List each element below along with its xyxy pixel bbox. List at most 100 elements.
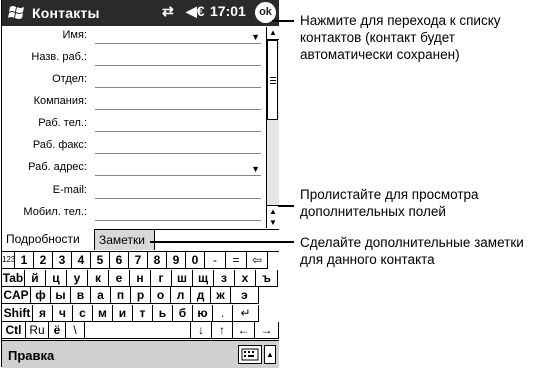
key[interactable]: г (151, 269, 172, 287)
key[interactable]: 1 (15, 252, 34, 269)
key[interactable]: я (33, 304, 53, 322)
key[interactable]: ы (51, 287, 71, 304)
start-menu-icon[interactable] (7, 4, 27, 22)
key[interactable]: ф (31, 287, 51, 304)
callout-scroll: Пролистайте для просмотра дополнительных… (300, 187, 479, 219)
field-input[interactable] (95, 184, 261, 199)
key[interactable]: с (73, 304, 93, 322)
key[interactable]: 9 (167, 252, 186, 269)
key[interactable]: ё (49, 322, 66, 339)
key[interactable]: - (205, 252, 226, 269)
sip-menu-arrow-icon[interactable]: ▲ (264, 345, 276, 364)
menu-bar: Правка ▲ (2, 340, 279, 368)
key[interactable]: 2 (34, 252, 53, 269)
tab-details[interactable]: Подробности (2, 229, 95, 250)
form-row: Раб. тел.: (2, 115, 265, 134)
key[interactable]: щ (193, 269, 214, 287)
form-row: Компания: (2, 93, 265, 112)
key[interactable]: ь (153, 304, 173, 322)
key[interactable]: Ctl (2, 322, 26, 339)
speaker-icon[interactable]: ◀€ (186, 3, 205, 20)
field-input[interactable] (95, 139, 261, 154)
key[interactable]: ↓ (191, 322, 212, 339)
key[interactable]: ю (193, 304, 213, 322)
key[interactable]: ↑ (212, 322, 233, 339)
key[interactable]: п (111, 287, 131, 304)
contact-form: Имя: ▼ Назв. раб.: Отдел: Компания: Раб. тел.… (2, 27, 265, 228)
key[interactable]: . (213, 304, 233, 322)
scroll-down-arrow-icon[interactable]: ▲ ▼ (267, 205, 279, 228)
field-input[interactable] (95, 161, 261, 176)
key[interactable]: а (91, 287, 111, 304)
key[interactable]: ц (46, 269, 67, 287)
key[interactable]: т (133, 304, 153, 322)
key[interactable]: в (71, 287, 91, 304)
key[interactable]: з (214, 269, 235, 287)
key[interactable]: Shift (2, 304, 33, 322)
callout-pointer-ok (272, 20, 294, 22)
key[interactable]: м (93, 304, 113, 322)
field-label: Компания: (33, 95, 87, 107)
scroll-up-arrow-icon[interactable]: ▲ (267, 27, 279, 40)
key[interactable]: ↵ (233, 304, 259, 322)
field-input[interactable] (95, 73, 261, 88)
key[interactable]: 8 (148, 252, 167, 269)
key[interactable]: CAP (2, 287, 31, 304)
field-label: Раб. тел.: (38, 117, 87, 129)
space-key[interactable] (85, 322, 191, 339)
field-input[interactable] (95, 29, 261, 44)
grip-icon (270, 77, 276, 78)
key[interactable]: о (151, 287, 171, 304)
scroll-thumb[interactable] (267, 40, 278, 120)
key[interactable]: э (231, 287, 259, 304)
key[interactable]: ⇦ (247, 252, 268, 269)
field-input[interactable] (95, 206, 261, 221)
key[interactable]: х (235, 269, 256, 287)
form-row: Раб. факс: (2, 137, 265, 156)
key[interactable]: 0 (186, 252, 205, 269)
key[interactable]: д (191, 287, 211, 304)
key[interactable]: к (88, 269, 109, 287)
key[interactable]: 5 (91, 252, 110, 269)
key[interactable]: 4 (72, 252, 91, 269)
field-input[interactable] (95, 51, 261, 66)
key[interactable]: ш (172, 269, 193, 287)
key[interactable]: 7 (129, 252, 148, 269)
key[interactable]: 123 (2, 252, 15, 269)
tab-notes[interactable]: Заметки (95, 229, 155, 250)
form-row: Раб. адрес: ▼ (2, 159, 265, 178)
key[interactable]: \ (66, 322, 85, 339)
connectivity-icon[interactable]: ⇄ (162, 3, 174, 20)
key[interactable]: ж (211, 287, 231, 304)
key[interactable]: → (255, 322, 279, 339)
key[interactable]: 3 (53, 252, 72, 269)
edit-menu[interactable]: Правка (8, 348, 54, 363)
key[interactable]: б (173, 304, 193, 322)
form-scrollbar[interactable]: ▲ ▲ ▼ (266, 27, 279, 228)
key[interactable]: у (67, 269, 88, 287)
keyboard-icon[interactable] (238, 345, 262, 364)
key[interactable]: л (171, 287, 191, 304)
key[interactable]: = (226, 252, 247, 269)
field-input[interactable] (95, 117, 261, 132)
key[interactable]: Tab (2, 269, 25, 287)
key[interactable]: 6 (110, 252, 129, 269)
key[interactable]: р (131, 287, 151, 304)
callout-pointer-notes (150, 241, 294, 243)
key[interactable]: ч (53, 304, 73, 322)
key[interactable]: й (25, 269, 46, 287)
key[interactable]: ← (233, 322, 255, 339)
dropdown-arrow-icon[interactable]: ▼ (251, 32, 260, 42)
field-label: Имя: (62, 29, 87, 41)
key[interactable]: е (109, 269, 130, 287)
dropdown-arrow-icon[interactable]: ▼ (251, 164, 260, 174)
key[interactable]: ъ (256, 269, 278, 287)
title-bar: Контакты ⇄ ◀€ 17:01 ok (2, 0, 279, 26)
callout-pointer-scroll (278, 205, 294, 207)
key[interactable]: н (130, 269, 151, 287)
clock-time[interactable]: 17:01 (210, 3, 246, 19)
key[interactable]: и (113, 304, 133, 322)
key[interactable]: Ru (26, 322, 49, 339)
field-input[interactable] (95, 95, 261, 110)
pocket-pc-screen: Контакты ⇄ ◀€ 17:01 ok Имя: ▼ Назв. раб.: О… (1, 0, 279, 368)
